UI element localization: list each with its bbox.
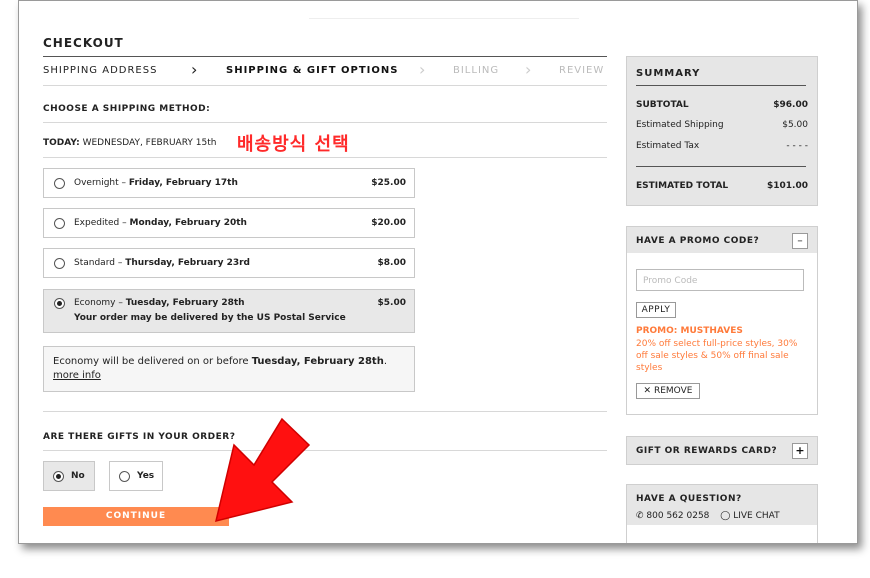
top-divider [309, 18, 579, 19]
total-value: $101.00 [767, 181, 808, 191]
shipping-option-standard[interactable]: Standard – Thursday, February 23rd $8.00 [43, 248, 415, 278]
gift-option-yes[interactable]: Yes [109, 461, 163, 491]
chevron-right-icon: › [525, 60, 533, 79]
apply-button[interactable]: APPLY [636, 302, 676, 318]
divider [636, 166, 806, 167]
gift-no-label: No [71, 471, 85, 481]
annotation-text: 배송방식 선택 [237, 134, 350, 155]
checkout-steps: SHIPPING ADDRESS › SHIPPING & GIFT OPTIO… [43, 59, 607, 83]
radio-button-selected[interactable] [53, 471, 64, 482]
radio-button[interactable] [54, 258, 65, 269]
gift-card-header[interactable]: GIFT OR REWARDS CARD? + [626, 436, 818, 465]
promo-code-name: PROMO: MUSTHAVES [636, 326, 743, 336]
chevron-right-icon: › [419, 60, 427, 79]
tax-row: Estimated Tax - - - - [636, 141, 808, 151]
radio-button-selected[interactable] [54, 298, 65, 309]
question-panel: HAVE A QUESTION? ✆ 800 562 0258 ◯ LIVE C… [626, 484, 818, 527]
question-title: HAVE A QUESTION? [636, 494, 742, 504]
delivery-info-box: Economy will be delivered on or before T… [43, 346, 415, 392]
summary-title: SUMMARY [636, 68, 701, 79]
option-price: $25.00 [371, 178, 406, 188]
subtotal-label: SUBTOTAL [636, 100, 689, 110]
radio-button[interactable] [54, 178, 65, 189]
expand-icon[interactable]: + [792, 443, 808, 459]
summary-panel: SUMMARY SUBTOTAL $96.00 Estimated Shippi… [626, 56, 818, 206]
divider [43, 122, 607, 123]
shipping-label: Estimated Shipping [636, 120, 724, 130]
shipping-option-overnight[interactable]: Overnight – Friday, February 17th $25.00 [43, 168, 415, 198]
radio-button[interactable] [119, 471, 130, 482]
promo-code-description: 20% off select full-price styles, 30% of… [636, 339, 798, 373]
choose-method-label: CHOOSE A SHIPPING METHOD: [43, 104, 211, 114]
divider [43, 157, 607, 158]
delivery-info-text: Economy will be delivered on or before T… [53, 356, 387, 367]
promo-header[interactable]: HAVE A PROMO CODE? – [626, 226, 818, 255]
steps-divider [43, 85, 607, 86]
gift-yes-label: Yes [137, 471, 155, 481]
step-shipping-address[interactable]: SHIPPING ADDRESS [43, 65, 157, 76]
chevron-right-icon: › [191, 60, 199, 79]
option-label: Overnight – Friday, February 17th [74, 178, 238, 188]
step-billing: BILLING [453, 65, 500, 76]
today-line: TODAY: WEDNESDAY, FEBRUARY 15th [43, 138, 216, 148]
option-price: $5.00 [377, 298, 406, 308]
shipping-row: Estimated Shipping $5.00 [636, 120, 808, 130]
option-label: Expedited – Monday, February 20th [74, 218, 247, 228]
chat-icon: ◯ [720, 511, 731, 521]
step-review: REVIEW [559, 65, 605, 76]
phone-number[interactable]: 800 562 0258 [646, 511, 709, 521]
annotation-arrow-icon [214, 417, 311, 523]
tax-label: Estimated Tax [636, 141, 700, 151]
option-note: Your order may be delivered by the US Po… [74, 313, 346, 323]
collapse-icon[interactable]: – [792, 233, 808, 249]
continue-button[interactable]: CONTINUE [43, 507, 229, 526]
remove-label: REMOVE [653, 386, 693, 396]
option-price: $20.00 [371, 218, 406, 228]
total-label: ESTIMATED TOTAL [636, 181, 729, 191]
gift-option-no[interactable]: No [43, 461, 95, 491]
contact-row: ✆ 800 562 0258 ◯ LIVE CHAT [636, 511, 808, 521]
shipping-option-economy[interactable]: Economy – Tuesday, February 28th $5.00 Y… [43, 289, 415, 333]
close-icon: ✕ [643, 386, 652, 396]
today-value: WEDNESDAY, FEBRUARY 15th [82, 138, 217, 148]
title-divider [43, 56, 607, 57]
step-shipping-gift-options: SHIPPING & GIFT OPTIONS [226, 65, 399, 76]
option-label: Standard – Thursday, February 23rd [74, 258, 250, 268]
subtotal-row: SUBTOTAL $96.00 [636, 100, 808, 110]
divider [636, 85, 806, 86]
phone-icon: ✆ [636, 511, 644, 521]
today-label: TODAY: [43, 138, 80, 148]
tax-value: - - - - [786, 141, 808, 151]
more-info-link[interactable]: more info [53, 370, 101, 381]
gift-card-title: GIFT OR REWARDS CARD? [636, 446, 778, 456]
radio-button[interactable] [54, 218, 65, 229]
checkout-screenshot: CHECKOUT SHIPPING ADDRESS › SHIPPING & G… [18, 0, 858, 544]
subtotal-value: $96.00 [773, 100, 808, 110]
remove-button[interactable]: ✕ REMOVE [636, 383, 700, 399]
option-price: $8.00 [377, 258, 406, 268]
option-label: Economy – Tuesday, February 28th [74, 298, 245, 308]
question-panel-body [626, 525, 818, 543]
total-row: ESTIMATED TOTAL $101.00 [636, 181, 808, 191]
promo-panel: Promo Code APPLY PROMO: MUSTHAVES 20% of… [626, 253, 818, 415]
promo-code-input[interactable]: Promo Code [636, 269, 804, 291]
promo-title: HAVE A PROMO CODE? [636, 236, 760, 246]
page-title: CHECKOUT [43, 36, 124, 50]
shipping-value: $5.00 [782, 120, 808, 130]
shipping-option-expedited[interactable]: Expedited – Monday, February 20th $20.00 [43, 208, 415, 238]
live-chat-link[interactable]: LIVE CHAT [733, 511, 779, 521]
